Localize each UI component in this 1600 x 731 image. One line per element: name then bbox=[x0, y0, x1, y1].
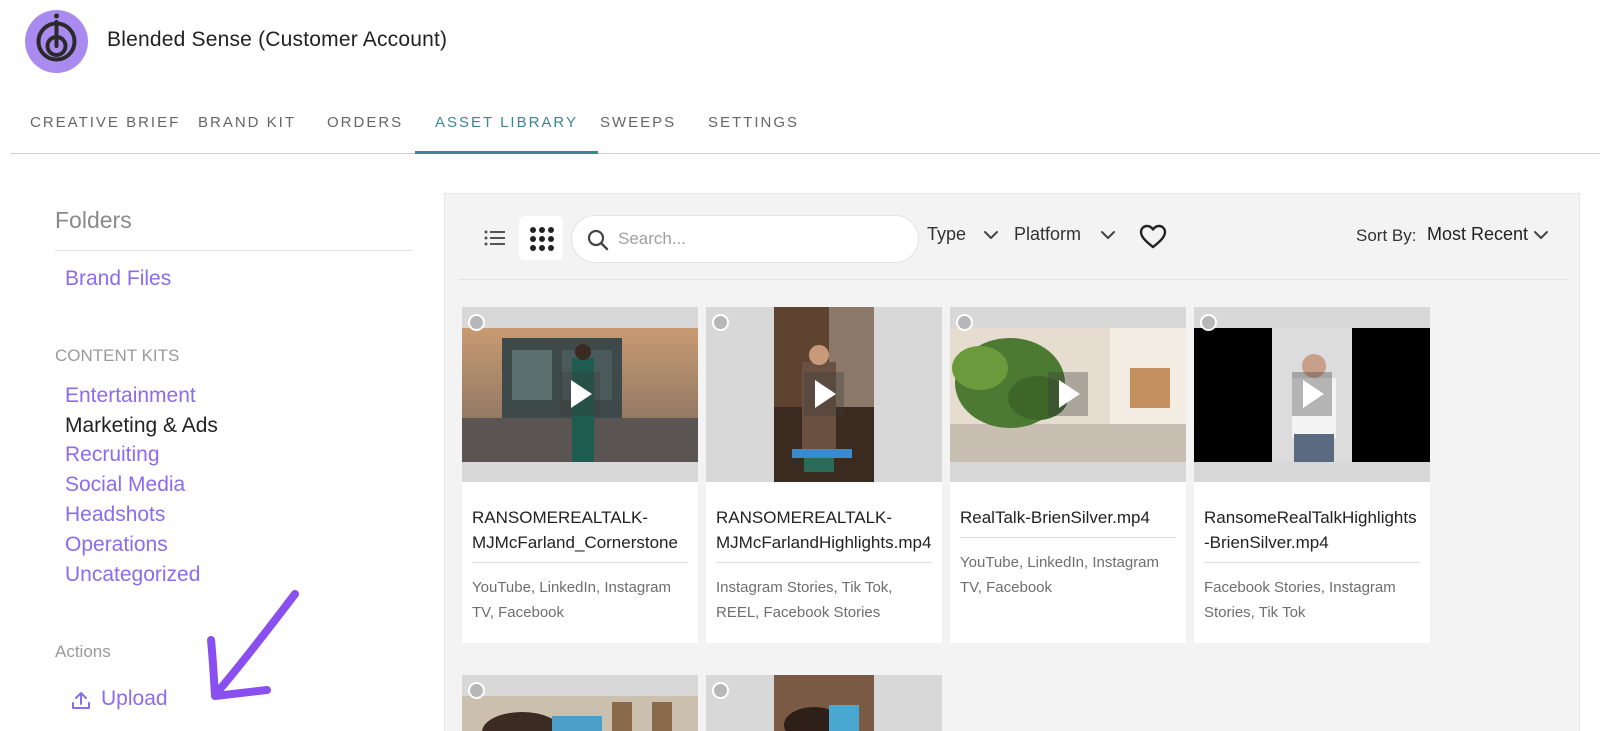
asset-card[interactable]: RANSOMEREALTALK- MJMcFarland_Cornerstone… bbox=[462, 307, 698, 643]
thumbnail-image bbox=[462, 696, 698, 731]
card-divider bbox=[716, 562, 932, 563]
toolbar-divider bbox=[459, 279, 1567, 280]
main-tabs: CREATIVE BRIEF BRAND KIT ORDERS ASSET LI… bbox=[10, 100, 1600, 154]
select-checkbox[interactable] bbox=[468, 682, 485, 699]
asset-card[interactable]: RealTalk-BrienSilver.mp4 YouTube, Linked… bbox=[950, 307, 1186, 643]
video-thumbnail bbox=[462, 307, 698, 482]
select-checkbox[interactable] bbox=[468, 314, 485, 331]
asset-title: RealTalk-BrienSilver.mp4 bbox=[960, 508, 1150, 527]
tab-orders[interactable]: ORDERS bbox=[327, 100, 403, 153]
annotation-arrow-icon bbox=[207, 590, 299, 700]
play-icon bbox=[560, 372, 600, 416]
select-checkbox[interactable] bbox=[956, 314, 973, 331]
play-icon bbox=[1048, 372, 1088, 416]
grid-icon bbox=[530, 227, 554, 251]
play-icon bbox=[1292, 372, 1332, 416]
select-checkbox[interactable] bbox=[712, 682, 729, 699]
asset-title: RansomeRealTalkHighlights-BrienSilver.mp… bbox=[1204, 508, 1417, 552]
chevron-down-icon bbox=[984, 231, 998, 239]
card-divider bbox=[472, 562, 688, 563]
folder-brand-files[interactable]: Brand Files bbox=[65, 267, 171, 291]
asset-card[interactable] bbox=[706, 675, 942, 731]
kit-marketing-ads[interactable]: Marketing & Ads bbox=[65, 414, 218, 438]
power-logo-icon bbox=[36, 13, 77, 62]
video-thumbnail bbox=[1194, 307, 1430, 482]
asset-card[interactable]: RANSOMEREALTALK- MJMcFarlandHighlights.m… bbox=[706, 307, 942, 643]
select-checkbox[interactable] bbox=[1200, 314, 1217, 331]
asset-library-panel: Type Platform Sort By: Most Recent bbox=[444, 193, 1580, 731]
play-icon bbox=[804, 372, 844, 416]
select-checkbox[interactable] bbox=[712, 314, 729, 331]
search-box bbox=[571, 215, 919, 263]
list-icon bbox=[484, 230, 505, 246]
list-view-button[interactable] bbox=[473, 216, 517, 260]
heart-icon bbox=[1139, 224, 1167, 249]
folders-divider bbox=[55, 250, 413, 251]
video-thumbnail bbox=[950, 307, 1186, 482]
account-title: Blended Sense (Customer Account) bbox=[107, 28, 448, 51]
account-header: Blended Sense (Customer Account) bbox=[0, 0, 1600, 85]
video-thumbnail bbox=[706, 675, 942, 731]
asset-platforms: YouTube, LinkedIn, Instagram TV, Faceboo… bbox=[960, 554, 1160, 596]
card-divider bbox=[1204, 562, 1420, 563]
kit-operations[interactable]: Operations bbox=[65, 533, 168, 557]
asset-card[interactable] bbox=[462, 675, 698, 731]
card-divider bbox=[960, 537, 1176, 538]
type-filter-dropdown[interactable]: Type bbox=[927, 224, 1003, 245]
thumbnail-image bbox=[774, 675, 874, 731]
asset-card[interactable]: RansomeRealTalkHighlights-BrienSilver.mp… bbox=[1194, 307, 1430, 643]
grid-view-button[interactable] bbox=[519, 216, 563, 260]
video-thumbnail bbox=[462, 675, 698, 731]
account-logo[interactable] bbox=[25, 10, 88, 73]
kit-social-media[interactable]: Social Media bbox=[65, 473, 185, 497]
asset-title-line2: MJMcFarland_Cornerstone bbox=[472, 533, 678, 552]
kit-entertainment[interactable]: Entertainment bbox=[65, 384, 196, 408]
tab-brand-kit[interactable]: BRAND KIT bbox=[198, 100, 296, 153]
actions-heading: Actions bbox=[55, 642, 111, 661]
asset-platforms: Instagram Stories, Tik Tok, REEL, Facebo… bbox=[716, 579, 893, 621]
video-thumbnail bbox=[706, 307, 942, 482]
chevron-down-icon[interactable] bbox=[1533, 230, 1549, 240]
sort-label: Sort By: bbox=[1356, 226, 1417, 245]
platform-filter-dropdown[interactable]: Platform bbox=[1014, 224, 1122, 245]
content-kits-heading: CONTENT KITS bbox=[55, 346, 180, 365]
asset-title-line2: MJMcFarlandHighlights.mp4 bbox=[716, 533, 932, 552]
kit-recruiting[interactable]: Recruiting bbox=[65, 443, 160, 467]
favorites-toggle[interactable] bbox=[1139, 224, 1167, 255]
chevron-down-icon bbox=[1101, 231, 1115, 239]
tab-settings[interactable]: SETTINGS bbox=[708, 100, 799, 153]
upload-label: Upload bbox=[101, 687, 168, 710]
asset-title: RANSOMEREALTALK- bbox=[472, 508, 649, 527]
folders-heading: Folders bbox=[55, 207, 132, 233]
tab-asset-library[interactable]: ASSET LIBRARY bbox=[415, 100, 598, 154]
type-filter-label: Type bbox=[927, 224, 967, 244]
kit-headshots[interactable]: Headshots bbox=[65, 503, 165, 527]
tab-sweeps[interactable]: SWEEPS bbox=[600, 100, 676, 153]
platform-filter-label: Platform bbox=[1014, 224, 1082, 244]
tab-creative-brief[interactable]: CREATIVE BRIEF bbox=[30, 100, 180, 153]
asset-platforms: YouTube, LinkedIn, Instagram TV, Faceboo… bbox=[472, 579, 672, 621]
kit-uncategorized[interactable]: Uncategorized bbox=[65, 563, 200, 587]
upload-icon bbox=[72, 692, 90, 709]
asset-platforms: Facebook Stories, Instagram Stories, Tik… bbox=[1204, 579, 1396, 621]
asset-toolbar: Type Platform Sort By: Most Recent bbox=[445, 194, 1581, 280]
sort-dropdown[interactable]: Most Recent bbox=[1427, 224, 1528, 245]
asset-title: RANSOMEREALTALK- bbox=[716, 508, 893, 527]
search-icon bbox=[587, 229, 609, 251]
search-input[interactable] bbox=[618, 226, 908, 252]
